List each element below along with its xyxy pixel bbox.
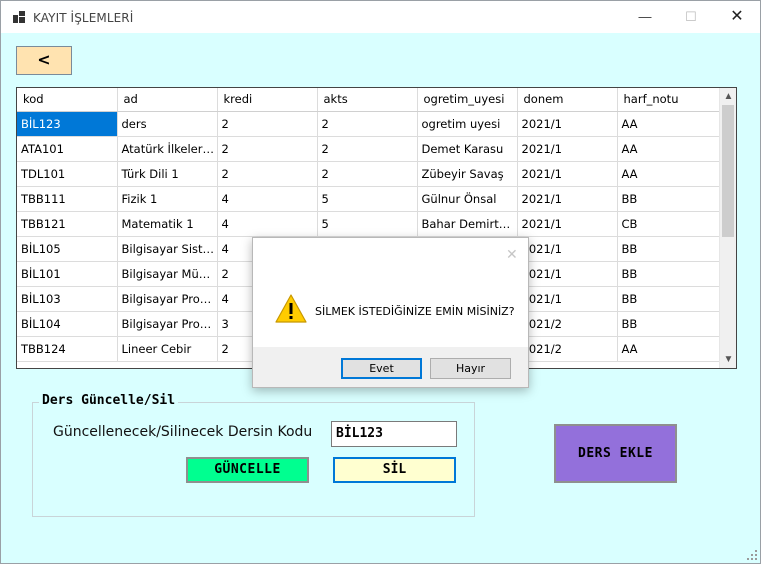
table-cell[interactable]: TDL101 [17, 161, 118, 187]
minimize-icon: — [638, 9, 652, 24]
back-button[interactable]: < [16, 46, 72, 75]
column-header-kod[interactable]: kod [17, 88, 118, 112]
column-header-kredi[interactable]: kredi [217, 88, 318, 112]
table-cell[interactable]: AA [617, 161, 720, 187]
table-cell[interactable]: AA [617, 136, 720, 162]
table-cell[interactable]: 2 [217, 161, 318, 187]
table-cell[interactable]: AA [617, 111, 720, 137]
table-row[interactable]: TBB121 Matematik 1 4 5 Bahar Demirtürk 2… [17, 211, 720, 237]
table-cell[interactable]: 2 [217, 136, 318, 162]
warning-icon [275, 294, 307, 323]
main-window: KAYIT İŞLEMLERİ — ☐ ✕ < kod ad kredi akt… [0, 0, 761, 564]
vertical-scrollbar[interactable]: ▲ ▼ [719, 88, 736, 368]
table-cell[interactable]: 2 [317, 136, 418, 162]
table-cell[interactable]: Matematik 1 [117, 211, 218, 237]
confirm-dialog: ✕ SİLMEK İSTEDİĞİNİZE EMİN MİSİNİZ? Evet… [252, 237, 529, 388]
table-cell[interactable]: BİL105 [17, 236, 118, 262]
column-header-ad[interactable]: ad [117, 88, 218, 112]
table-cell[interactable]: BİL103 [17, 286, 118, 312]
table-cell[interactable]: AA [617, 336, 720, 362]
table-cell[interactable]: BB [617, 286, 720, 312]
table-cell[interactable]: Fizik 1 [117, 186, 218, 212]
dialog-close-icon[interactable]: ✕ [506, 246, 518, 263]
window-title: KAYIT İŞLEMLERİ [33, 11, 134, 25]
table-cell[interactable]: BİL101 [17, 261, 118, 287]
title-bar[interactable]: KAYIT İŞLEMLERİ — ☐ ✕ [1, 1, 760, 33]
table-cell[interactable]: TBB121 [17, 211, 118, 237]
header-row: kod ad kredi akts ogretim_uyesi donem ha… [17, 88, 720, 112]
table-cell[interactable]: Bilgisayar Müh... [117, 261, 218, 287]
update-button[interactable]: GÜNCELLE [186, 457, 309, 483]
add-course-button[interactable]: DERS EKLE [554, 424, 677, 483]
maximize-button[interactable]: ☐ [668, 1, 714, 33]
column-header-harf-notu[interactable]: harf_notu [617, 88, 720, 112]
table-cell[interactable]: 4 [217, 211, 318, 237]
table-cell[interactable]: ATA101 [17, 136, 118, 162]
table-cell[interactable]: 5 [317, 211, 418, 237]
app-icon [13, 11, 25, 23]
table-cell[interactable]: BB [617, 261, 720, 287]
table-cell[interactable]: 4 [217, 186, 318, 212]
table-cell[interactable]: Bilgisayar Progr... [117, 286, 218, 312]
table-cell[interactable]: 2021/1 [517, 111, 618, 137]
table-cell[interactable]: 2021/1 [517, 286, 618, 312]
edit-group-title: Ders Güncelle/Sil [39, 393, 179, 408]
table-cell[interactable]: 2021/1 [517, 186, 618, 212]
table-cell[interactable]: ogretim uyesi [417, 111, 518, 137]
table-cell[interactable]: 2 [317, 111, 418, 137]
table-row[interactable]: TBB111 Fizik 1 4 5 Gülnur Önsal 2021/1 B… [17, 186, 720, 212]
course-code-label: Güncellenecek/Silinecek Dersin Kodu [53, 424, 313, 440]
table-row[interactable]: ATA101 Atatürk İlkeleri ... 2 2 Demet Ka… [17, 136, 720, 162]
table-cell[interactable]: Lineer Cebir [117, 336, 218, 362]
table-cell[interactable]: 5 [317, 186, 418, 212]
table-cell[interactable]: 2021/1 [517, 261, 618, 287]
maximize-icon: ☐ [685, 9, 697, 24]
minimize-button[interactable]: — [622, 1, 668, 33]
table-row[interactable]: BİL123 ders 2 2 ogretim uyesi 2021/1 AA [17, 111, 720, 137]
table-cell[interactable]: ders [117, 111, 218, 137]
close-button[interactable]: ✕ [714, 1, 760, 33]
dialog-message: SİLMEK İSTEDİĞİNİZE EMİN MİSİNİZ? [315, 305, 515, 318]
yes-button[interactable]: Evet [341, 358, 422, 379]
column-header-ogretim-uyesi[interactable]: ogretim_uyesi [417, 88, 518, 112]
scroll-up-icon[interactable]: ▲ [720, 88, 736, 105]
table-cell[interactable]: BİL104 [17, 311, 118, 337]
table-cell[interactable]: 2021/1 [517, 211, 618, 237]
course-code-input[interactable]: BİL123 [331, 421, 457, 447]
scrollbar-thumb[interactable] [722, 105, 734, 237]
table-cell[interactable]: 2021/1 [517, 236, 618, 262]
table-cell[interactable]: Bilgisayar Siste... [117, 236, 218, 262]
table-cell[interactable]: BB [617, 186, 720, 212]
table-cell[interactable]: Atatürk İlkeleri ... [117, 136, 218, 162]
table-cell[interactable]: Demet Karasu [417, 136, 518, 162]
column-header-donem[interactable]: donem [517, 88, 618, 112]
no-button[interactable]: Hayır [430, 358, 511, 379]
resize-grip-icon[interactable] [746, 549, 758, 561]
table-cell[interactable]: Türk Dili 1 [117, 161, 218, 187]
close-icon: ✕ [730, 8, 744, 25]
table-cell[interactable]: Bahar Demirtürk [417, 211, 518, 237]
table-cell[interactable]: 2021/2 [517, 336, 618, 362]
table-cell[interactable]: BİL123 [17, 111, 118, 137]
table-row[interactable]: TDL101 Türk Dili 1 2 2 Zübeyir Savaş 202… [17, 161, 720, 187]
table-cell[interactable]: Gülnur Önsal [417, 186, 518, 212]
delete-button[interactable]: SİL [333, 457, 456, 483]
table-cell[interactable]: TBB111 [17, 186, 118, 212]
table-cell[interactable]: BB [617, 311, 720, 337]
table-cell[interactable]: TBB124 [17, 336, 118, 362]
scroll-down-icon[interactable]: ▼ [720, 351, 736, 368]
table-cell[interactable]: 2021/2 [517, 311, 618, 337]
table-cell[interactable]: 2 [317, 161, 418, 187]
table-cell[interactable]: Zübeyir Savaş [417, 161, 518, 187]
table-cell[interactable]: 2 [217, 111, 318, 137]
dialog-footer: Evet Hayır [253, 347, 528, 387]
column-header-akts[interactable]: akts [317, 88, 418, 112]
table-cell[interactable]: BB [617, 236, 720, 262]
table-cell[interactable]: 2021/1 [517, 136, 618, 162]
table-cell[interactable]: CB [617, 211, 720, 237]
table-cell[interactable]: Bilgisayar Progr... [117, 311, 218, 337]
table-cell[interactable]: 2021/1 [517, 161, 618, 187]
